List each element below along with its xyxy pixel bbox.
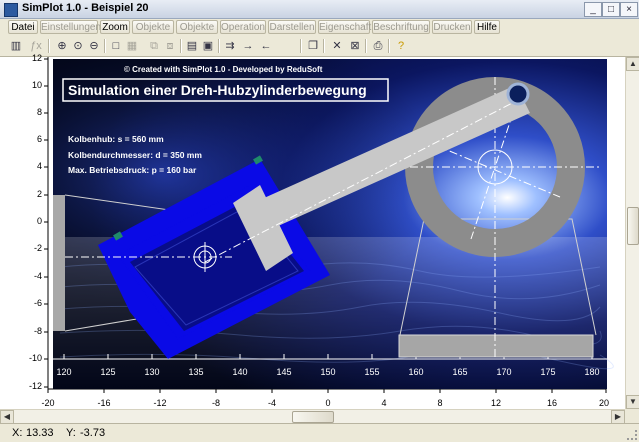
window-title: SimPlot 1.0 - Beispiel 20 [22, 2, 149, 14]
x-coord-label: X: [12, 427, 23, 439]
simulation-heading: Simulation einer Dreh-Hubzylinderbewegun… [68, 82, 367, 98]
arrow-left-icon[interactable]: ← [258, 38, 274, 54]
delete-all-icon[interactable]: ⊠ [347, 38, 363, 54]
rectangle-icon[interactable]: □ [108, 38, 124, 54]
scroll-down-icon[interactable]: ▼ [626, 395, 639, 409]
horizontal-scroll-thumb[interactable] [292, 411, 334, 423]
delete-icon[interactable]: ✕ [329, 38, 345, 54]
y-coord-value: -3.73 [80, 427, 106, 439]
inner-x-tick-label: 165 [452, 367, 468, 377]
plot-canvas[interactable]: © Created with SimPlot 1.0 - Developed b… [0, 53, 625, 409]
x-tick-label: 4 [381, 398, 387, 408]
inner-x-tick-label: 175 [540, 367, 556, 377]
inner-x-tick-label: 125 [100, 367, 116, 377]
scroll-up-icon[interactable]: ▲ [626, 57, 639, 71]
menu-darstellen[interactable]: Darstellen [268, 20, 316, 34]
scroll-right-icon[interactable]: ▶ [611, 410, 625, 424]
y-tick-label: 10 [31, 80, 42, 90]
inner-x-tick-label: 155 [364, 367, 380, 377]
inner-x-tick-label: 140 [232, 367, 248, 377]
y-tick-label: 2 [36, 189, 42, 199]
menu-objekte-1[interactable]: Objekte I [132, 20, 174, 47]
arrow-right-icon[interactable]: → [240, 38, 256, 54]
x-tick-label: -4 [267, 398, 276, 408]
menu-eigenschaft[interactable]: Eigenschaft [318, 20, 371, 34]
help-icon[interactable]: ? [393, 38, 409, 54]
inner-x-tick-label: 145 [276, 367, 292, 377]
x-tick-label: -12 [153, 398, 167, 408]
image-icon[interactable]: ▣ [200, 38, 216, 54]
minimize-icon[interactable]: _ [584, 2, 602, 17]
maximize-icon[interactable]: □ [602, 2, 620, 17]
pages-icon[interactable]: ❐ [305, 38, 321, 54]
menu-drucken[interactable]: Drucken [432, 20, 472, 34]
y-tick-label: -12 [28, 381, 42, 391]
spec-kolbendurchmesser: Kolbendurchmesser: d = 350 mm [68, 150, 202, 160]
left-mount-plate [53, 195, 65, 331]
toolbar: ▥ ƒx ⊕ ⊙ ⊖ □ ▦ ⧉ ⧈ ▤ ▣ ⇉ → ← ❐ ✕ ⊠ ⎙ ? [0, 36, 639, 57]
y-tick-label: -4 [33, 271, 42, 281]
y-tick-label: 6 [36, 134, 42, 144]
credit-text: © Created with SimPlot 1.0 - Developed b… [124, 65, 323, 74]
x-tick-label: 16 [546, 398, 557, 408]
vertical-scroll-thumb[interactable] [627, 207, 639, 245]
calculator-icon[interactable]: ▥ [8, 38, 24, 54]
x-tick-label: 8 [437, 398, 443, 408]
menu-objekte-2[interactable]: Objekte II [176, 20, 218, 47]
inner-x-tick-label: 180 [584, 367, 600, 377]
inner-x-tick-label: 135 [188, 367, 204, 377]
status-bar: X: 13.33 Y: -3.73 [0, 423, 639, 442]
menu-operation[interactable]: Operation [220, 20, 266, 34]
title-bar: SimPlot 1.0 - Beispiel 20 _ □ × [0, 0, 639, 19]
x-tick-label: 20 [598, 398, 609, 408]
menu-zoom[interactable]: Zoom [100, 20, 130, 34]
zoom-area-icon[interactable]: ⊙ [70, 38, 86, 54]
inner-x-tick-label: 150 [320, 367, 336, 377]
menu-datei[interactable]: Datei [8, 20, 38, 34]
zoom-out-icon[interactable]: ⊖ [86, 38, 102, 54]
x-tick-label: 12 [490, 398, 501, 408]
print-icon[interactable]: ⎙ [370, 38, 386, 54]
grid-icon[interactable]: ▦ [124, 38, 140, 54]
y-tick-label: 12 [31, 53, 42, 63]
close-icon[interactable]: × [620, 2, 638, 17]
y-tick-label: -10 [28, 353, 42, 363]
paste-object-icon[interactable]: ⧈ [162, 38, 178, 54]
export-icon[interactable]: ⇉ [222, 38, 238, 54]
x-tick-label: 0 [325, 398, 331, 408]
menu-beschriftung[interactable]: Beschriftung [372, 20, 430, 34]
y-tick-label: 0 [36, 216, 42, 226]
x-tick-label: -8 [211, 398, 220, 408]
menu-bar: Datei Einstellungen Zoom Objekte I Objek… [0, 19, 639, 47]
x-tick-label: -16 [97, 398, 111, 408]
horizontal-scrollbar[interactable]: ◀ ▶ [0, 409, 625, 424]
y-coord-label: Y: [66, 427, 76, 439]
app-icon [4, 3, 18, 17]
table-icon[interactable]: ▤ [184, 38, 200, 54]
inner-x-tick-label: 120 [56, 367, 72, 377]
menu-hilfe[interactable]: Hilfe [474, 20, 500, 34]
crank-pin [506, 82, 530, 106]
x-tick-label: -20 [41, 398, 55, 408]
scroll-left-icon[interactable]: ◀ [0, 410, 14, 424]
copy-object-icon[interactable]: ⧉ [146, 38, 162, 54]
inner-x-tick-label: 170 [496, 367, 512, 377]
zoom-in-icon[interactable]: ⊕ [54, 38, 70, 54]
inner-x-tick-label: 160 [408, 367, 424, 377]
y-tick-label: 4 [36, 161, 42, 171]
resize-grip-icon[interactable] [627, 430, 637, 440]
menu-einstellungen[interactable]: Einstellungen [40, 20, 101, 34]
vertical-scrollbar[interactable]: ▲ ▼ [625, 57, 639, 409]
y-tick-label: -2 [33, 243, 42, 253]
inner-x-tick-label: 130 [144, 367, 160, 377]
function-icon[interactable]: ƒx [28, 38, 44, 54]
spec-betriebsdruck: Max. Betriebsdruck: p = 160 bar [68, 165, 197, 175]
y-tick-label: -6 [33, 298, 42, 308]
x-coord-value: 13.33 [26, 427, 54, 439]
y-tick-label: 8 [36, 107, 42, 117]
y-tick-label: -8 [33, 326, 42, 336]
spec-kolbenhub: Kolbenhub: s = 560 mm [68, 134, 164, 144]
